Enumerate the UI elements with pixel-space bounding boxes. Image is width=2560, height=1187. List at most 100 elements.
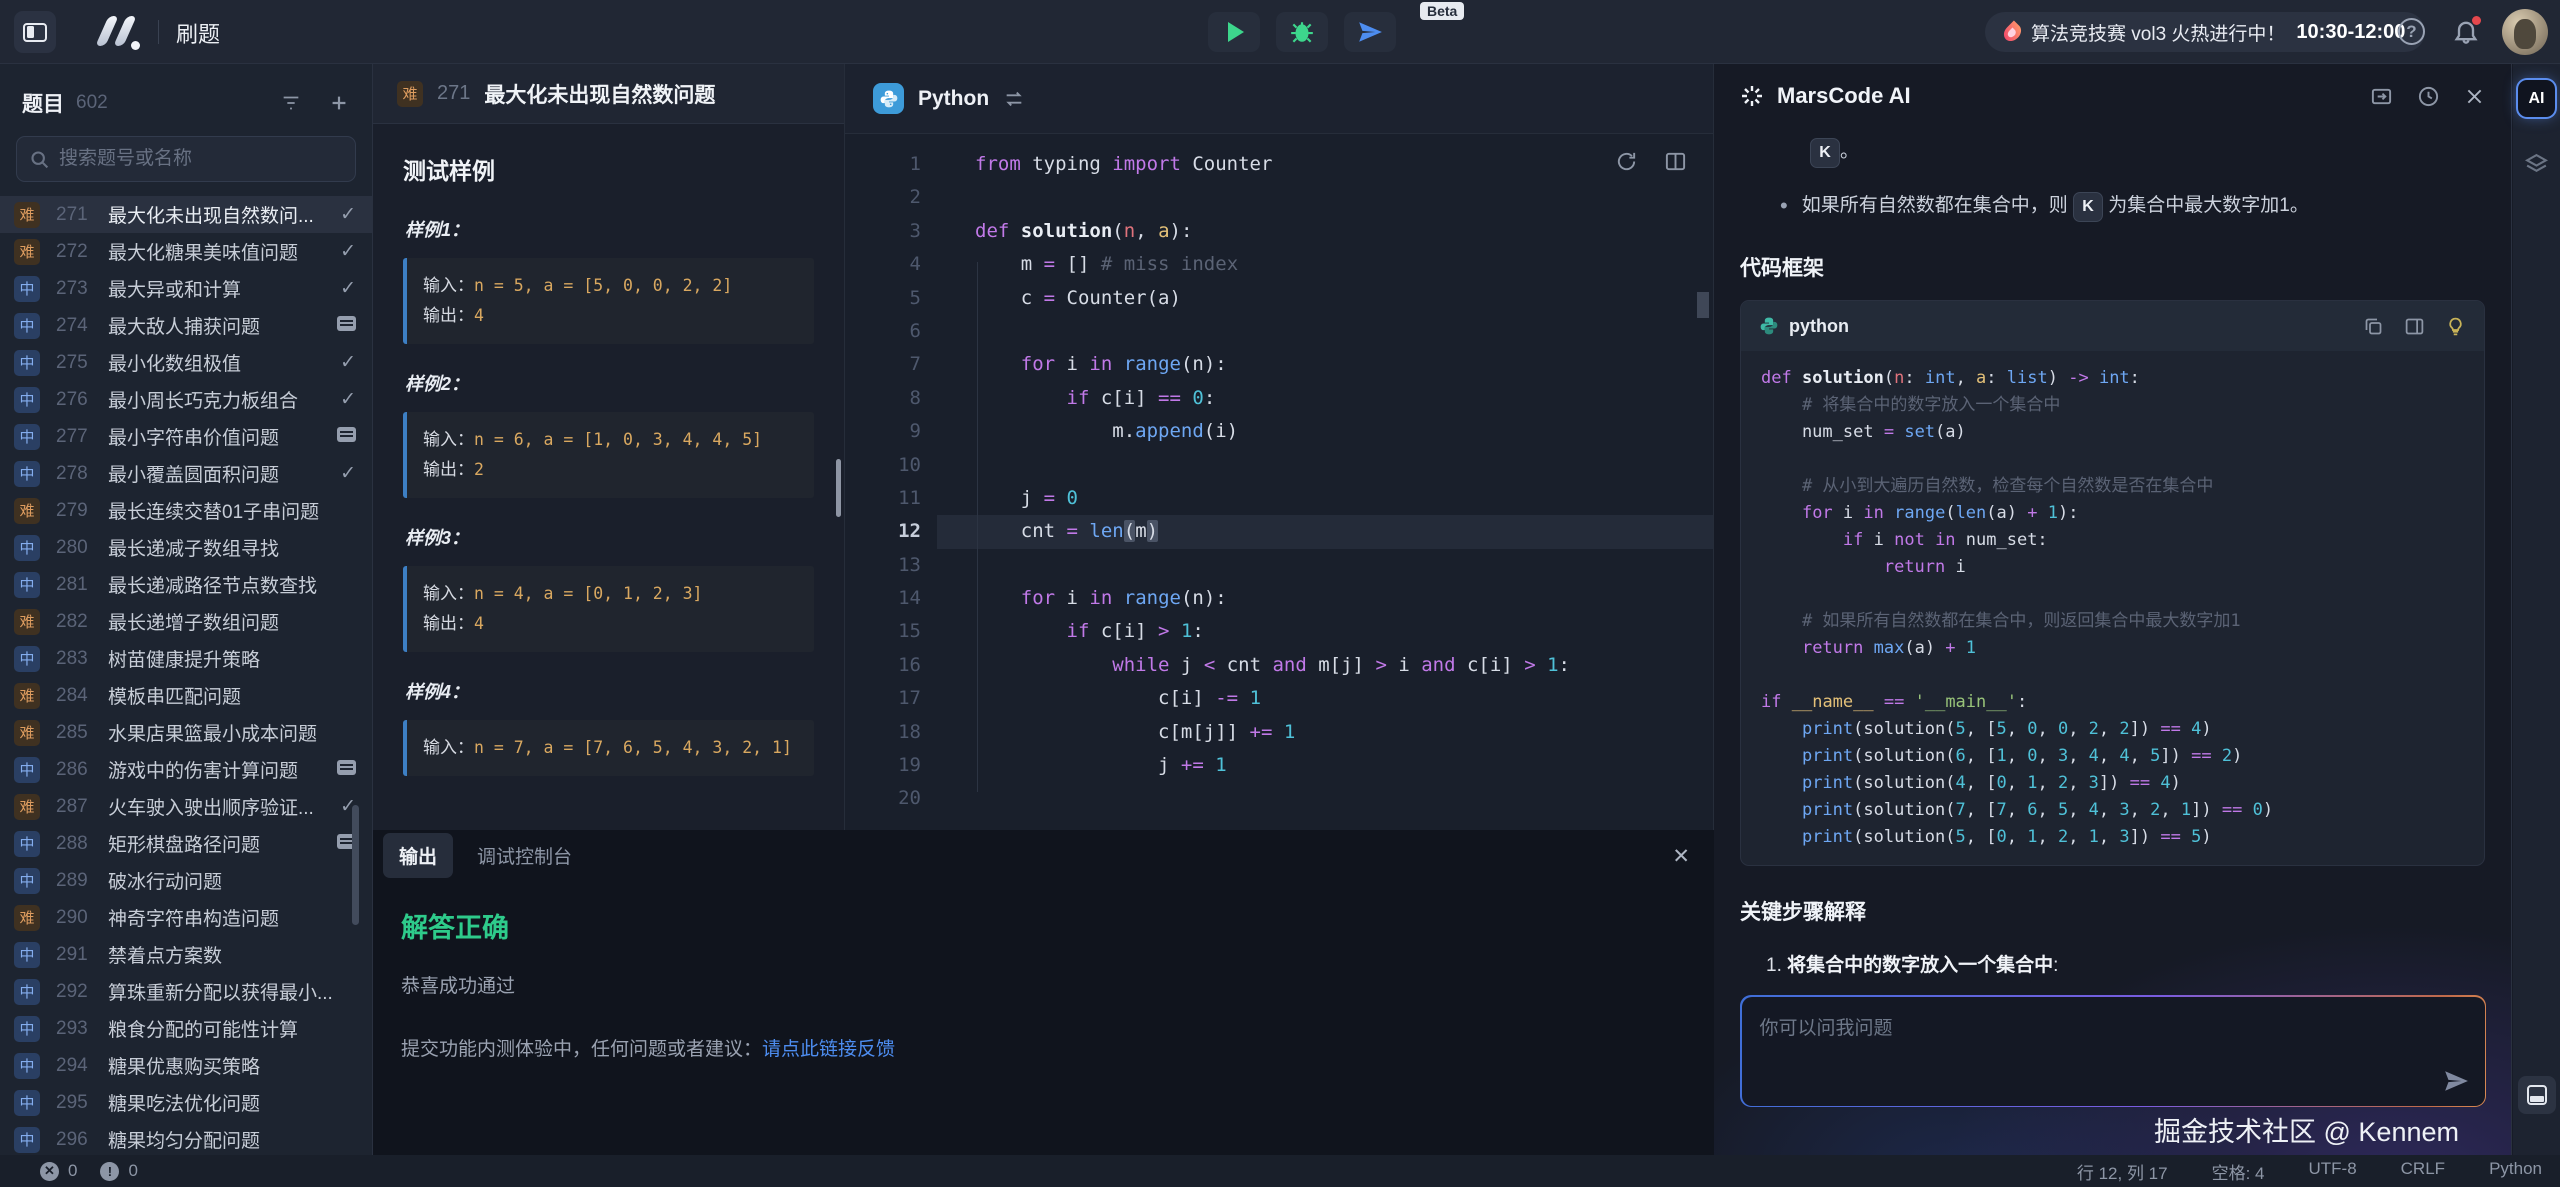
editor-tab-python[interactable]: Python [918,87,989,111]
ai-bullet-item: • 如果所有自然数都在集合中，则 K 为集合中最大数字加1。 [1780,190,2511,222]
code-framework-heading: 代码框架 [1740,252,2511,282]
sidebar-toggle-button[interactable] [14,11,56,53]
open-in-chat-icon[interactable] [2370,85,2393,108]
help-icon[interactable]: ? [2398,18,2425,45]
problem-row[interactable]: 中292算珠重新分配以获得最小... [0,973,372,1010]
encoding[interactable]: UTF-8 [2308,1159,2356,1184]
switch-language-icon[interactable] [1003,88,1025,110]
user-avatar[interactable] [2502,9,2548,55]
difficulty-badge: 中 [14,646,40,672]
paper-plane-icon [1357,19,1383,45]
problem-row-title: 水果店果篮最小成本问题 [108,719,348,746]
problem-row[interactable]: 中286游戏中的伤害计算问题 [0,751,372,788]
ai-assistant-button[interactable]: AI [2518,80,2555,117]
problem-row[interactable]: 难285水果店果篮最小成本问题 [0,714,372,751]
problem-row[interactable]: 难282最长递增子数组问题 [0,603,372,640]
problem-number: 296 [56,1129,108,1151]
problem-row[interactable]: 难272最大化糖果美味值问题✓ [0,233,372,270]
problem-row[interactable]: 难284模板串匹配问题 [0,677,372,714]
problem-row[interactable]: 中289破冰行动问题 [0,862,372,899]
problem-row-title: 最大异或和计算 [108,275,332,302]
ai-chat-input-container [1740,995,2486,1107]
difficulty-badge: 中 [14,572,40,598]
key-steps-heading: 关键步骤解释 [1740,896,2511,926]
problem-row[interactable]: 中295糖果吃法优化问题 [0,1084,372,1121]
add-problem-icon[interactable] [328,92,350,114]
feedback-link[interactable]: 请点此链接反馈 [762,1039,895,1060]
problem-number: 290 [56,907,108,929]
problem-list-sidebar: 题目 602 难271最大化未出现自然数问...✓难272最大化糖果美味值问题✓… [0,64,373,1155]
problem-number: 278 [56,463,108,485]
submit-button[interactable] [1344,12,1396,52]
difficulty-badge: 难 [14,683,40,709]
panel-layout-icon [2527,1085,2547,1105]
problem-row[interactable]: 中288矩形棋盘路径问题 [0,825,372,862]
eol-sequence[interactable]: CRLF [2401,1159,2445,1184]
tools-stack-icon[interactable] [2524,152,2549,177]
ai-chat-input[interactable] [1742,997,2485,1106]
problem-search-box[interactable] [16,136,356,182]
problem-row[interactable]: 难287火车驶入驶出顺序验证...✓ [0,788,372,825]
problem-row[interactable]: 中273最大异或和计算✓ [0,270,372,307]
problem-row[interactable]: 难290神奇字符串构造问题 [0,899,372,936]
problem-row[interactable]: 中275最小化数组极值✓ [0,344,372,381]
problem-row[interactable]: 中281最长递减路径节点数查找 [0,566,372,603]
problem-row[interactable]: 中291禁着点方案数 [0,936,372,973]
problem-row[interactable]: 中293粮食分配的可能性计算 [0,1010,372,1047]
problem-number: 273 [56,278,108,300]
history-icon[interactable] [2417,85,2440,108]
problem-row[interactable]: 中280最长递减子数组寻找 [0,529,372,566]
difficulty-badge: 中 [14,831,40,857]
problem-description-panel: 难 271 最大化未出现自然数问题 测试样例 样例1：输入：n = 5, a =… [373,64,845,830]
ai-text-fragment: K。 [1810,136,2511,168]
editor-tab-bar: Python [845,64,1713,134]
indentation[interactable]: 空格: 4 [2212,1159,2265,1184]
problem-row[interactable]: 难279最长连续交替01子串问题 [0,492,372,529]
cursor-position[interactable]: 行 12, 列 17 [2077,1159,2168,1184]
problem-row[interactable]: 中296糖果均匀分配问题 [0,1121,372,1155]
tab-debug-console[interactable]: 调试控制台 [461,833,588,878]
insert-code-icon[interactable] [2404,316,2425,337]
problem-row[interactable]: 中277最小字符串价值问题 [0,418,372,455]
python-icon [873,83,904,114]
toggle-bottom-panel-button[interactable] [2518,1076,2556,1114]
debug-button[interactable] [1276,12,1328,52]
close-ai-panel-icon[interactable] [2464,86,2485,107]
close-output-icon[interactable]: ✕ [1672,844,1690,869]
warnings-icon[interactable]: ! [100,1162,119,1181]
problem-row[interactable]: 中276最小周长巧克力板组合✓ [0,381,372,418]
editor-scrollbar[interactable] [1697,292,1709,318]
send-message-icon[interactable] [2443,1068,2469,1094]
problem-row[interactable]: 中274最大敌人捕获问题 [0,307,372,344]
copy-code-icon[interactable] [2363,316,2384,337]
problem-scrollbar[interactable] [836,459,841,517]
language-mode[interactable]: Python [2489,1159,2542,1184]
solved-check-icon: ✓ [340,240,356,263]
solved-check-icon: ✓ [340,462,356,485]
run-button[interactable] [1208,12,1260,52]
search-input[interactable] [59,148,343,170]
bulb-icon[interactable] [2445,316,2466,337]
tab-output[interactable]: 输出 [383,833,453,878]
code-area[interactable]: 1234567891011121314151617181920 from typ… [845,134,1713,148]
problem-number: 282 [56,611,108,633]
problem-row-title: 火车驶入驶出顺序验证... [108,793,332,820]
problem-row[interactable]: 中283树苗健康提升策略 [0,640,372,677]
problem-row-title: 算珠重新分配以获得最小... [108,978,348,1005]
problem-row[interactable]: 中278最小覆盖圆面积问题✓ [0,455,372,492]
filter-icon[interactable] [280,92,302,114]
warning-count: 0 [128,1161,137,1181]
search-icon [29,149,50,170]
errors-icon[interactable]: ✕ [40,1162,59,1181]
problems-count: 602 [76,92,280,114]
draft-doc-icon [337,427,356,447]
sample-block: 输入：n = 5, a = [5, 0, 0, 2, 2]输出：4 [403,258,814,344]
problem-row-title: 模板串匹配问题 [108,682,348,709]
problem-row-title: 游戏中的伤害计算问题 [108,756,329,783]
sidebar-scrollbar[interactable] [352,805,359,925]
problem-row[interactable]: 难271最大化未出现自然数问...✓ [0,196,372,233]
problem-row[interactable]: 中294糖果优惠购买策略 [0,1047,372,1084]
solved-check-icon: ✓ [340,203,356,226]
contest-banner[interactable]: 算法竞技赛 vol3 火热进行中！ 10:30-12:00 [1985,12,2425,52]
notification-bell-button[interactable] [2452,17,2482,47]
